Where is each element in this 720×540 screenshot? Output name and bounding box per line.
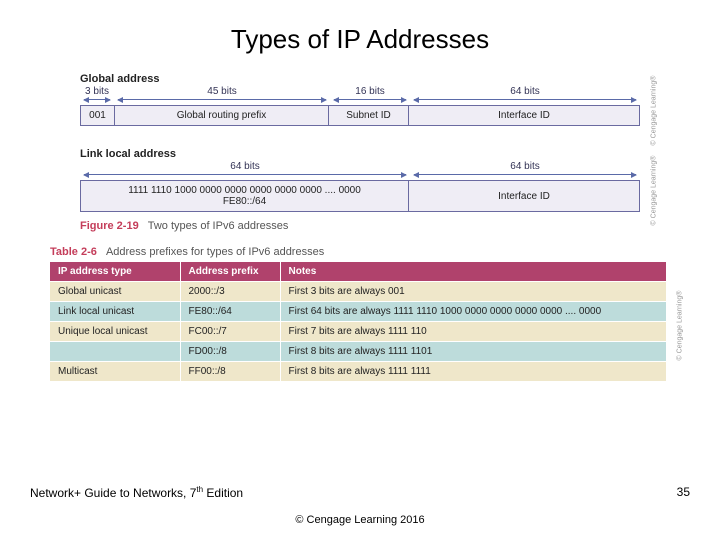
- book-prefix: Network+ Guide to Networks, 7: [30, 486, 196, 500]
- address-prefix-table-wrap: IP address type Address prefix Notes Glo…: [50, 262, 666, 381]
- cell: First 3 bits are always 001: [280, 282, 666, 302]
- side-copyright: © Cengage Learning®: [677, 290, 684, 360]
- side-copyright: © Cengage Learning®: [651, 75, 658, 145]
- field-cell: 1111 1110 1000 0000 0000 0000 0000 0000 …: [81, 181, 409, 211]
- global-diagram: 3 bits 45 bits 16 bits 64 bits 001 Globa…: [80, 87, 640, 126]
- table-row: Global unicast 2000::/3 First 3 bits are…: [50, 282, 666, 302]
- cell: FF00::/8: [180, 362, 280, 382]
- address-prefix-table: IP address type Address prefix Notes Glo…: [50, 262, 666, 381]
- cell: First 8 bits are always 1111 1101: [280, 342, 666, 362]
- field-cell: Interface ID: [409, 181, 639, 211]
- cell: Global unicast: [50, 282, 180, 302]
- cell: FD00::/8: [180, 342, 280, 362]
- table-row: Multicast FF00::/8 First 8 bits are alwa…: [50, 362, 666, 382]
- field-cell: Interface ID: [409, 106, 639, 125]
- cell: Link local unicast: [50, 302, 180, 322]
- table-caption-text: Address prefixes for types of IPv6 addre…: [106, 246, 324, 258]
- cell: First 7 bits are always 1111 110: [280, 322, 666, 342]
- cell: Unique local unicast: [50, 322, 180, 342]
- link-local-diagram: 64 bits 64 bits 1111 1110 1000 0000 0000…: [80, 162, 640, 212]
- bits-label: 16 bits: [352, 86, 387, 97]
- table-row: Unique local unicast FC00::/7 First 7 bi…: [50, 322, 666, 342]
- footer-copyright: © Cengage Learning 2016: [30, 514, 690, 526]
- figure-caption: Figure 2-19 Two types of IPv6 addresses: [80, 220, 690, 232]
- field-cell: Subnet ID: [329, 106, 409, 125]
- cell: First 8 bits are always 1111 1111: [280, 362, 666, 382]
- bits-label: 45 bits: [204, 86, 239, 97]
- page-title: Types of IP Addresses: [30, 24, 690, 55]
- book-suffix: Edition: [203, 486, 243, 500]
- field-cell: 001: [81, 106, 115, 125]
- page-number: 35: [677, 485, 690, 499]
- bits-label: 64 bits: [227, 161, 262, 172]
- bits-label: 64 bits: [507, 161, 542, 172]
- cell: FC00::/7: [180, 322, 280, 342]
- figure-number: Figure 2-19: [80, 220, 139, 232]
- bits-label: 64 bits: [507, 86, 542, 97]
- footer: Network+ Guide to Networks, 7th Edition …: [0, 485, 720, 526]
- cell: 2000::/3: [180, 282, 280, 302]
- figure-text: Two types of IPv6 addresses: [148, 220, 289, 232]
- bits-label: 3 bits: [82, 86, 112, 97]
- cell: [50, 342, 180, 362]
- col-header: Notes: [280, 262, 666, 282]
- side-copyright: © Cengage Learning®: [651, 156, 658, 226]
- table-caption: Table 2-6 Address prefixes for types of …: [50, 246, 690, 258]
- table-row: Link local unicast FE80::/64 First 64 bi…: [50, 302, 666, 322]
- book-title: Network+ Guide to Networks, 7th Edition: [30, 485, 243, 500]
- link-local-label: Link local address: [80, 148, 690, 160]
- field-cell: Global routing prefix: [115, 106, 329, 125]
- col-header: Address prefix: [180, 262, 280, 282]
- cell: First 64 bits are always 1111 1110 1000 …: [280, 302, 666, 322]
- cell: Multicast: [50, 362, 180, 382]
- global-address-label: Global address: [80, 73, 690, 85]
- table-number: Table 2-6: [50, 246, 97, 258]
- table-row: FD00::/8 First 8 bits are always 1111 11…: [50, 342, 666, 362]
- cell: FE80::/64: [180, 302, 280, 322]
- col-header: IP address type: [50, 262, 180, 282]
